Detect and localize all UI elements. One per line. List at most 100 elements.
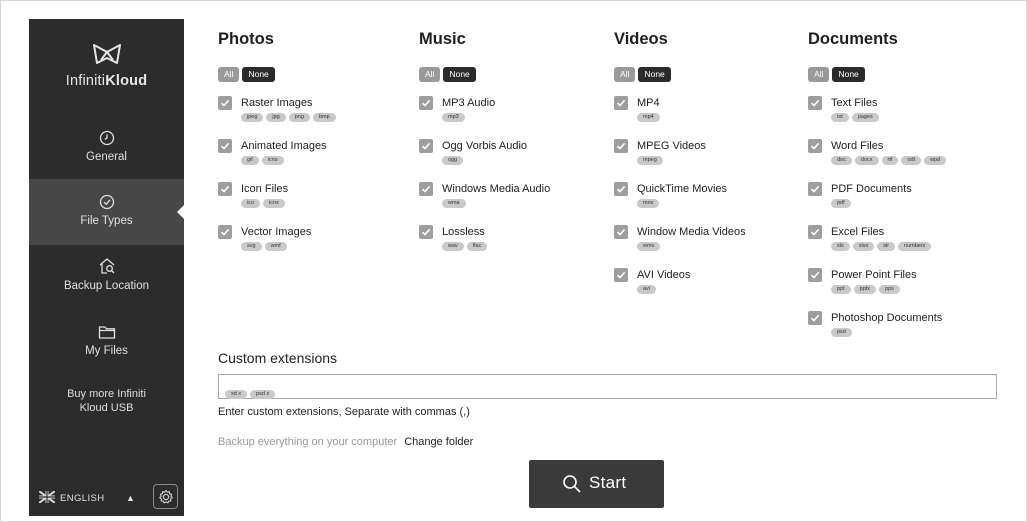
file-type-label: Ogg Vorbis Audio [442,140,528,152]
checkmark-icon [421,228,431,236]
file-type-label: MP3 Audio [442,97,496,109]
nav-general[interactable]: General [29,115,184,181]
file-type-checkbox[interactable] [808,311,822,325]
select-all-button[interactable]: All [614,67,636,82]
select-all-button[interactable]: All [218,67,240,82]
file-type-label: Photoshop Documents [831,312,943,324]
file-type-checkbox[interactable] [218,96,232,110]
nav-backup-location[interactable]: Backup Location [29,245,184,311]
uk-flag-icon [39,491,55,503]
extension-tags: ppt pptx pps [831,285,903,303]
select-none-button[interactable]: None [242,67,275,82]
extension-tag: ico [241,199,261,208]
extension-tag: bmp [312,113,336,122]
select-none-button[interactable]: None [443,67,476,82]
extension-tag: png [288,113,310,122]
sidebar-footer: ENGLISH ▲ [29,484,184,512]
buy-more-link[interactable]: Buy more Infiniti Kloud USB [29,387,184,415]
column-title: Documents [808,30,898,48]
file-type-checkbox[interactable] [614,225,628,239]
extension-tag: numbers [898,242,932,251]
file-type-checkbox[interactable] [218,139,232,153]
custom-extension-tag[interactable]: psd x [250,390,276,399]
file-type-checkbox[interactable] [218,225,232,239]
file-type-checkbox[interactable] [419,96,433,110]
file-type-checkbox[interactable] [614,139,628,153]
gear-icon [159,489,173,504]
select-all-button[interactable]: All [419,67,441,82]
custom-extensions-title: Custom extensions [218,350,338,366]
file-type-label: Lossless [442,226,485,238]
checkmark-icon [616,185,626,193]
file-type-checkbox[interactable] [808,268,822,282]
file-type-checkbox[interactable] [419,225,433,239]
select-all-button[interactable]: All [808,67,830,82]
custom-extensions-input[interactable]: xd x psd x [218,374,997,399]
extension-tag: jpeg [241,113,264,122]
file-type-label: Animated Images [241,140,327,152]
extension-tag: txt [831,113,849,122]
custom-extension-tags: xd x psd x [225,382,278,400]
nav-file-types[interactable]: File Types [29,179,184,245]
file-type-label: Icon Files [241,183,289,195]
backup-text: Backup everything on your computer [218,436,398,448]
select-none-button[interactable]: None [638,67,671,82]
file-type-checkbox[interactable] [808,225,822,239]
extension-tag: wmf [264,242,287,251]
extension-tags: xls xlsx slr numbers [831,242,934,260]
checkmark-icon [220,185,230,193]
file-type-label: QuickTime Movies [637,183,728,195]
select-none-button[interactable]: None [832,67,865,82]
nav-my-files-label: My Files [85,345,128,357]
select-pills: All None [419,67,476,85]
language-selector[interactable]: ENGLISH [60,493,105,504]
extension-tags: svg wmf [241,242,290,260]
brand-logo: InfinitiKloud [29,41,184,89]
file-type-checkbox[interactable] [808,139,822,153]
file-type-checkbox[interactable] [614,182,628,196]
extension-tag: jpg [266,113,286,122]
extension-tag: ppt [831,285,851,294]
custom-extensions-hint: Enter custom extensions, Separate with c… [218,406,470,418]
start-label: Start [589,473,627,492]
file-type-checkbox[interactable] [808,182,822,196]
file-type-label: Text Files [831,97,878,109]
checkmark-icon [220,228,230,236]
column-title: Photos [218,30,274,48]
column-photos: Photos All None Raster Images jpeg jpg png bmp A… [218,30,336,251]
extension-tags: mp4 [637,113,663,131]
file-type-checkbox[interactable] [808,96,822,110]
checkmark-icon [421,99,431,107]
file-type-checkbox[interactable] [419,139,433,153]
extension-tag: ogg [442,156,464,165]
change-folder-link[interactable]: Change folder [404,436,473,448]
file-type-label: Vector Images [241,226,312,238]
select-pills: All None [614,67,671,85]
extension-tag: icns [263,199,285,208]
settings-button[interactable] [153,484,178,509]
column-music: Music All None MP3 Audio mp3 Ogg Vorbis Audio… [419,30,550,251]
extension-tags: pdf [831,199,854,217]
select-pills: All None [218,67,275,85]
file-type-checkbox[interactable] [614,96,628,110]
extension-tags: wmv [637,242,663,260]
extension-tag: pptx [853,285,877,294]
start-button[interactable]: Start [529,460,664,508]
nav-my-files[interactable]: My Files [29,311,184,377]
extension-tag: mov [637,199,660,208]
extension-tag: mpeg [637,156,663,165]
extension-tag: flac [466,242,488,251]
file-type-checkbox[interactable] [419,182,433,196]
language-caret-icon[interactable]: ▲ [126,493,135,503]
custom-extension-tag[interactable]: xd x [225,390,248,399]
checkmark-icon [616,142,626,150]
extension-tag: slr [877,242,896,251]
file-type-checkbox[interactable] [218,182,232,196]
extension-tag: gif [241,156,259,165]
checkmark-icon [810,228,820,236]
extension-tag: mp3 [442,113,465,122]
file-type-checkbox[interactable] [614,268,628,282]
brand-name: InfinitiKloud [65,73,148,89]
extension-tag: svg [241,242,262,251]
extension-tag: pps [879,285,900,294]
